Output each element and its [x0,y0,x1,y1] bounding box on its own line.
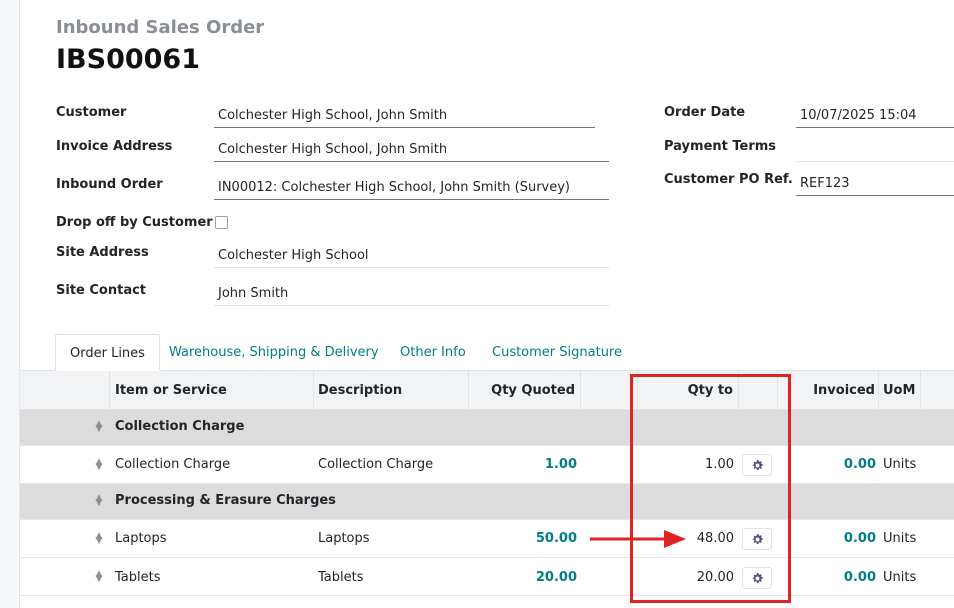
site-address-label: Site Address [56,245,149,260]
line-item: Collection Charge [115,457,231,472]
header-uom[interactable]: UoM [879,371,921,410]
invoice-address-field[interactable]: Colchester High School, John Smith [214,140,609,162]
drop-off-checkbox[interactable] [215,216,228,229]
line-description: Laptops [318,531,370,546]
highlight-box [630,374,791,603]
table-row[interactable]: ▲ ▼ Tablets Tablets 20.00 20.00 0.00 Unit… [20,558,954,596]
header-item-or-service[interactable]: Item or Service [110,371,314,410]
section-name: Processing & Erasure Charges [115,493,336,508]
line-qty-quoted: 50.00 [535,531,577,546]
left-panel-strip [0,0,20,608]
customer-label: Customer [56,105,127,120]
drag-handle-icon[interactable]: ▲ ▼ [94,532,104,546]
drag-handle-icon[interactable]: ▲ ▼ [94,458,104,472]
arrow-right-icon [590,530,686,548]
section-row[interactable]: ▲ ▼ Processing & Erasure Charges [20,484,954,520]
line-qty-quoted: 20.00 [535,570,577,585]
invoice-address-label: Invoice Address [56,139,173,154]
line-qty-quoted: 1.00 [544,457,577,472]
drag-handle-icon[interactable]: ▲ ▼ [94,494,104,508]
line-invoiced: 0.00 [843,570,876,585]
table-header: Item or Service Description Qty Quoted Q… [20,371,954,437]
site-address-field[interactable]: Colchester High School [214,246,609,268]
payment-terms-label: Payment Terms [664,139,777,154]
section-name: Collection Charge [115,419,245,434]
line-item: Tablets [115,570,161,585]
tab-customer-signature[interactable]: Customer Signature [478,334,636,371]
tab-other-info[interactable]: Other Info [386,334,480,371]
page-subtitle: Inbound Sales Order [56,17,265,38]
site-contact-field[interactable]: John Smith [214,284,609,306]
section-row[interactable]: ▲ ▼ Collection Charge [20,410,954,446]
customer-field[interactable]: Colchester High School, John Smith [214,106,595,128]
line-invoiced: 0.00 [843,457,876,472]
line-description: Collection Charge [318,457,434,472]
drag-handle-icon[interactable]: ▲ ▼ [94,570,104,584]
payment-terms-field[interactable] [796,140,954,162]
customer-po-label: Customer PO Ref. [664,172,793,187]
header-invoiced[interactable]: Invoiced [778,371,879,410]
tab-warehouse-shipping-delivery[interactable]: Warehouse, Shipping & Delivery [155,334,393,371]
inbound-order-field[interactable]: IN00012: Colchester High School, John Sm… [214,178,609,200]
order-date-field[interactable]: 10/07/2025 15:04 [796,106,954,128]
order-date-label: Order Date [664,105,746,120]
tab-order-lines[interactable]: Order Lines [55,334,160,371]
drag-handle-icon[interactable]: ▲ ▼ [94,420,104,434]
site-contact-label: Site Contact [56,283,147,298]
table-row[interactable]: ▲ ▼ Laptops Laptops 50.00 48.00 0.00 Unit… [20,520,954,558]
line-uom: Units [883,570,917,585]
line-description: Tablets [318,570,364,585]
line-item: Laptops [115,531,167,546]
line-uom: Units [883,531,917,546]
table-row[interactable]: ▲ ▼ Collection Charge Collection Charge 1… [20,446,954,484]
header-qty-quoted[interactable]: Qty Quoted [469,371,581,410]
header-description[interactable]: Description [314,371,469,410]
drop-off-label: Drop off by Customer [56,215,213,230]
line-invoiced: 0.00 [843,531,876,546]
inbound-order-label: Inbound Order [56,177,163,192]
page-title: IBS00061 [56,44,201,75]
line-uom: Units [883,457,917,472]
header-handle-column [20,371,110,410]
customer-po-field[interactable]: REF123 [796,174,954,196]
notebook-tabs: Order Lines Warehouse, Shipping & Delive… [20,334,954,371]
